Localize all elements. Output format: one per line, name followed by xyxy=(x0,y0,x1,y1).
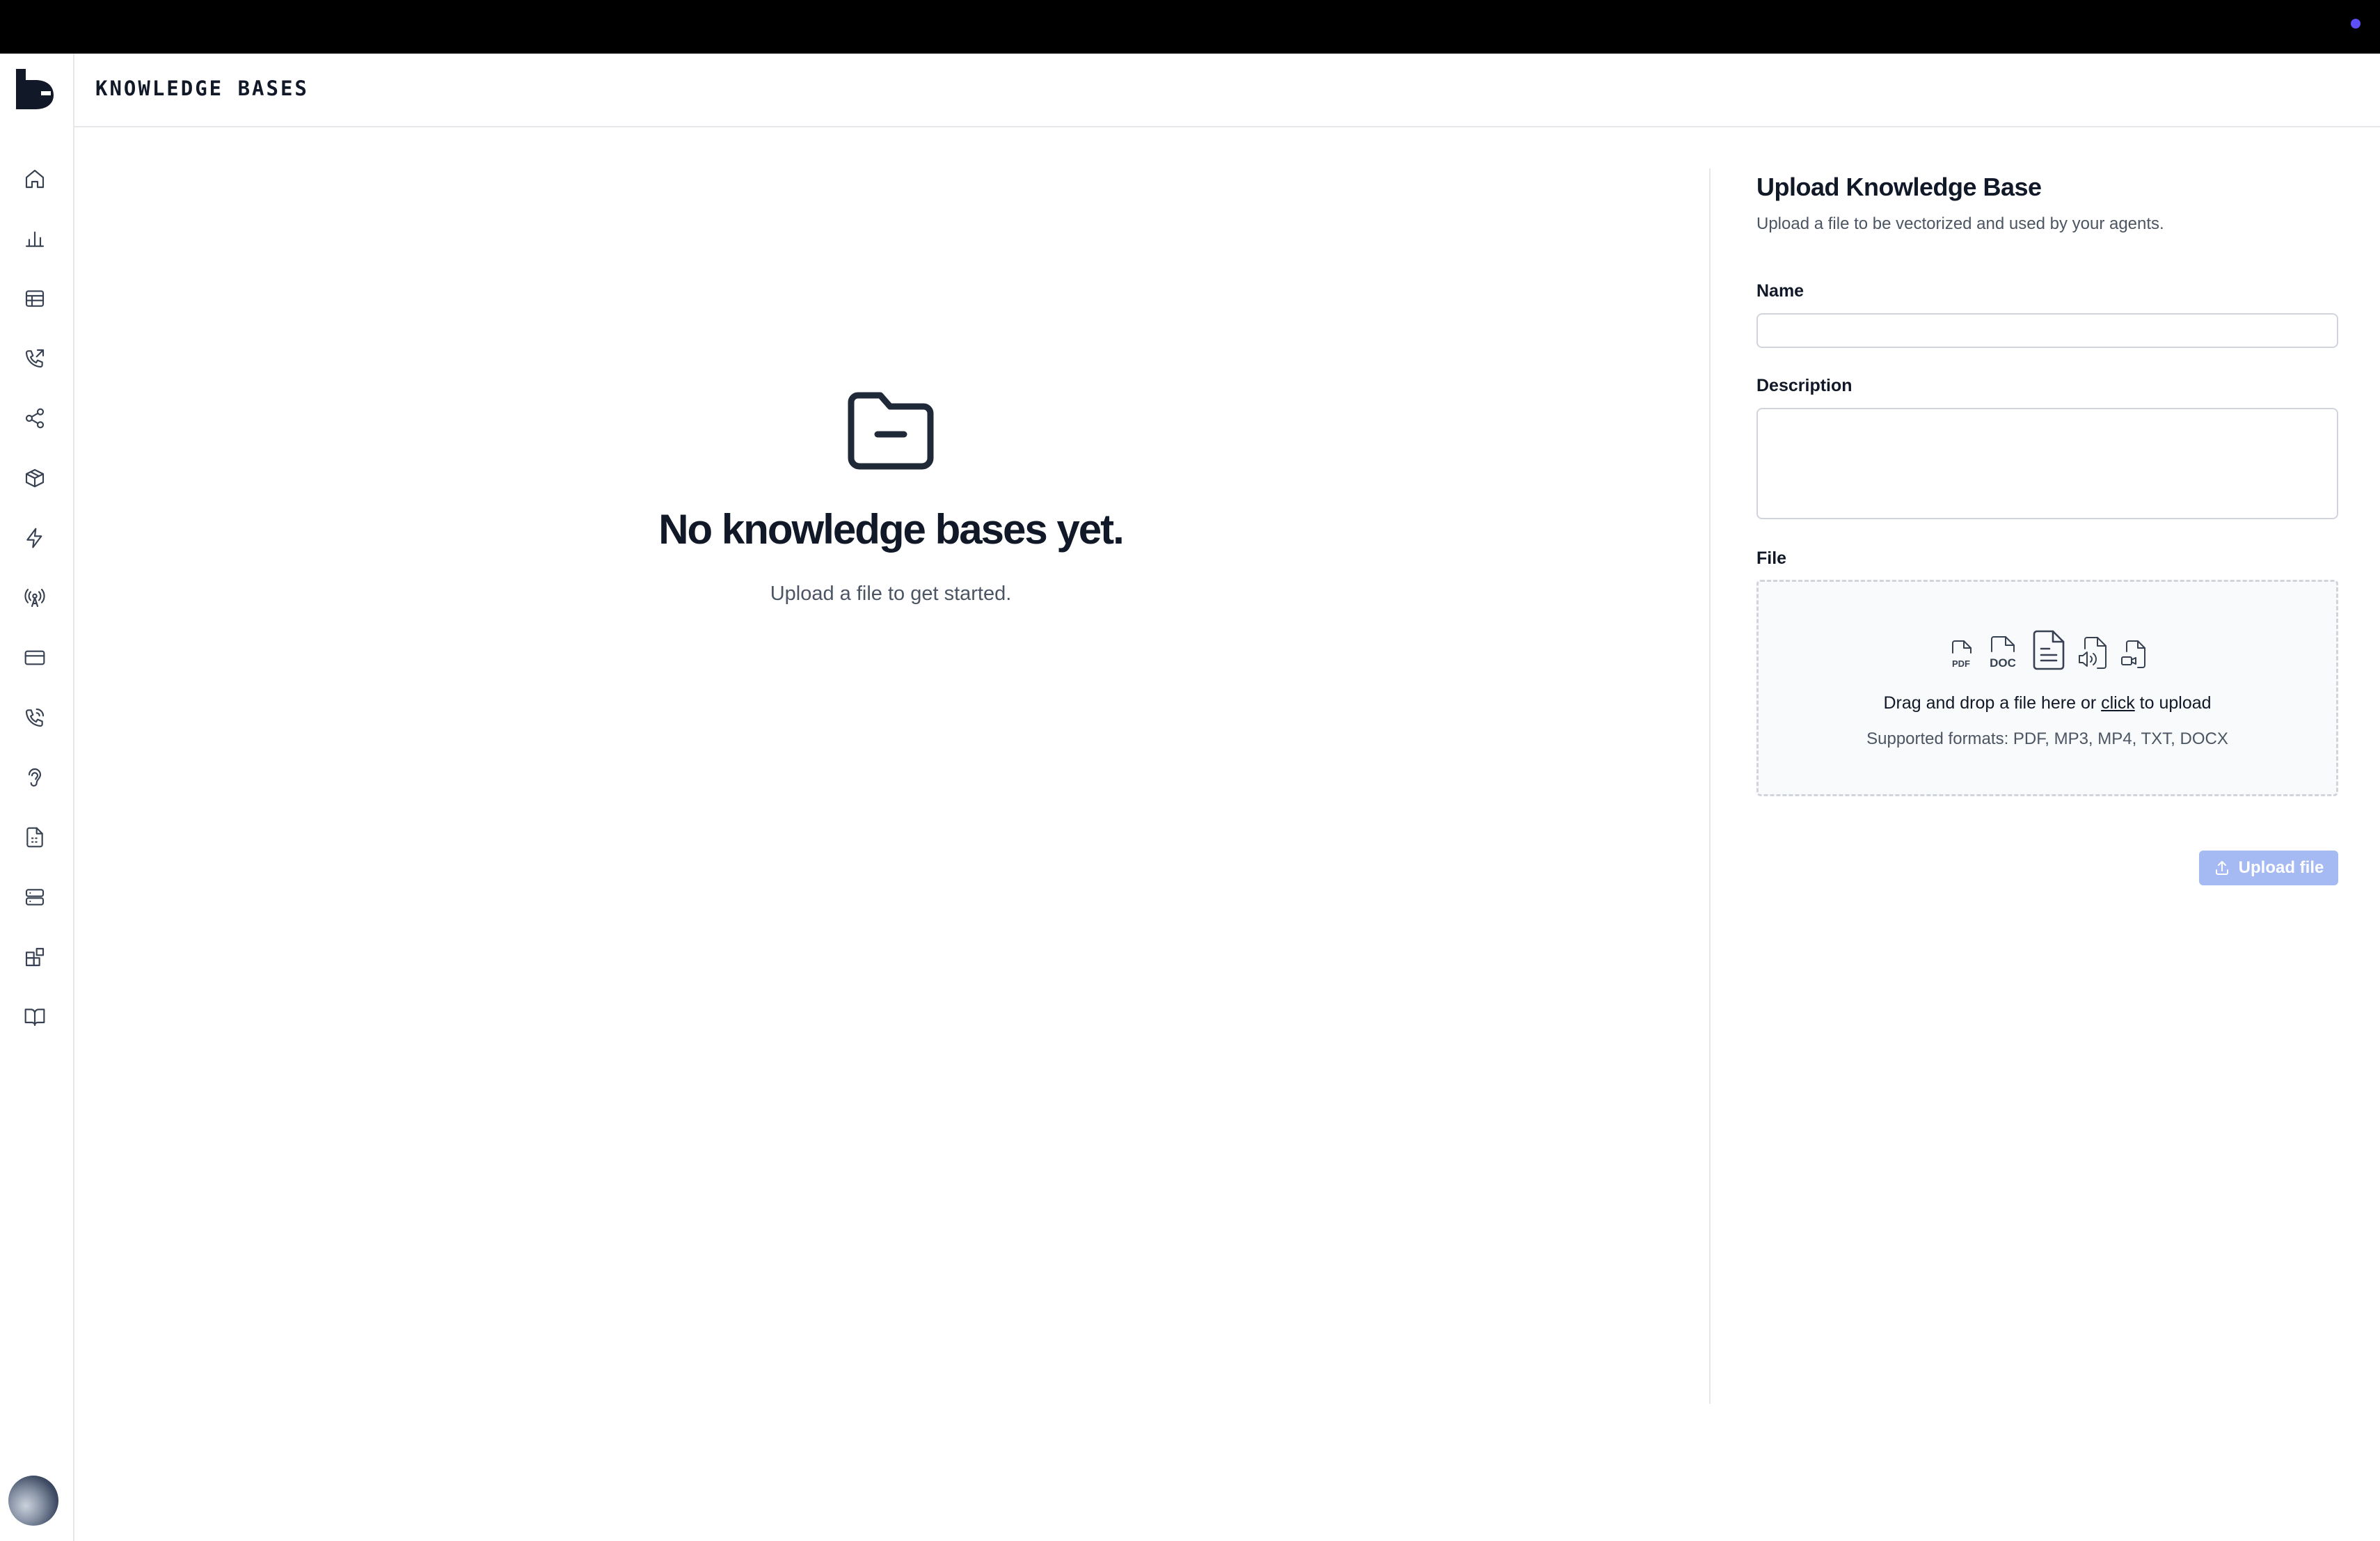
status-dot xyxy=(2351,19,2361,29)
doc-file-icon: DOC xyxy=(1990,636,2016,670)
upload-icon xyxy=(2215,861,2228,875)
file-label: File xyxy=(1756,548,1787,568)
book-open-icon xyxy=(24,1009,45,1027)
sidebar-item-calls[interactable] xyxy=(17,700,53,736)
table-icon xyxy=(25,290,45,307)
click-to-upload-link[interactable]: click xyxy=(2101,693,2135,713)
sidebar-item-broadcast[interactable] xyxy=(17,580,53,616)
page-header: KNOWLEDGE BASES xyxy=(74,54,2380,127)
sidebar-item-outbound-calls[interactable] xyxy=(17,340,53,377)
radio-tower-icon xyxy=(24,588,45,608)
empty-state-title: No knowledge bases yet. xyxy=(658,506,1125,553)
upload-file-button[interactable]: Upload file xyxy=(2199,851,2338,885)
credit-card-icon xyxy=(24,650,45,665)
svg-text:PDF: PDF xyxy=(1952,658,1970,669)
sidebar-item-models[interactable] xyxy=(17,460,53,496)
sidebar xyxy=(0,54,74,1541)
page-title: KNOWLEDGE BASES xyxy=(95,77,309,100)
name-label: Name xyxy=(1756,281,1804,301)
upload-panel-subtitle: Upload a file to be vectorized and used … xyxy=(1756,214,2164,233)
pdf-file-icon: PDF xyxy=(1952,640,1972,669)
description-label: Description xyxy=(1756,376,1853,395)
dropzone-instructions: Drag and drop a file here or click to up… xyxy=(1759,693,2336,713)
video-file-icon xyxy=(2121,640,2145,668)
file-type-icons: PDF DOC xyxy=(1759,629,2336,671)
ear-icon xyxy=(28,768,42,787)
file-dropzone[interactable]: PDF DOC Drag and drop a file here or cli… xyxy=(1756,580,2338,796)
upload-file-label: Upload file xyxy=(2238,858,2324,877)
lightning-icon xyxy=(26,528,42,548)
sidebar-item-tables[interactable] xyxy=(17,280,53,317)
blocks-icon xyxy=(25,947,45,967)
sidebar-item-analytics[interactable] xyxy=(17,221,53,257)
sidebar-item-billing[interactable] xyxy=(17,640,53,676)
empty-state-subtitle: Upload a file to get started. xyxy=(770,583,1012,605)
dropzone-text-before: Drag and drop a file here or xyxy=(1883,693,2102,713)
sidebar-item-servers[interactable] xyxy=(17,879,53,915)
audio-file-icon xyxy=(2079,637,2107,669)
sidebar-item-actions[interactable] xyxy=(17,520,53,556)
app-logo[interactable] xyxy=(15,68,55,111)
sidebar-item-documents[interactable] xyxy=(17,819,53,855)
folder-minus-icon xyxy=(848,392,934,470)
description-field[interactable] xyxy=(1756,408,2338,519)
name-field[interactable] xyxy=(1756,313,2338,348)
server-icon xyxy=(25,889,45,906)
panel-divider xyxy=(1709,168,1711,1404)
bar-chart-icon xyxy=(25,231,45,247)
file-dashed-icon xyxy=(26,827,43,848)
share-nodes-icon xyxy=(25,408,45,429)
supported-formats: Supported formats: PDF, MP3, MP4, TXT, D… xyxy=(1866,729,2228,748)
phone-call-icon xyxy=(25,708,45,727)
home-icon xyxy=(25,169,45,189)
avatar[interactable] xyxy=(8,1476,58,1526)
sidebar-item-voices[interactable] xyxy=(17,759,53,796)
text-file-icon xyxy=(2033,630,2065,670)
box-icon xyxy=(25,468,45,488)
dropzone-text-after: to upload xyxy=(2134,693,2212,713)
sidebar-item-knowledge-bases[interactable] xyxy=(17,999,53,1035)
phone-outgoing-icon xyxy=(25,349,45,368)
upload-panel: Upload Knowledge Base Upload a file to b… xyxy=(1756,173,2338,885)
top-bar xyxy=(0,0,2380,54)
sidebar-item-home[interactable] xyxy=(17,161,53,197)
sidebar-item-apps[interactable] xyxy=(17,939,53,975)
empty-state: No knowledge bases yet. Upload a file to… xyxy=(612,390,1169,606)
svg-text:DOC: DOC xyxy=(1990,656,2016,670)
sidebar-item-integrations[interactable] xyxy=(17,400,53,436)
upload-panel-title: Upload Knowledge Base xyxy=(1756,173,2042,201)
